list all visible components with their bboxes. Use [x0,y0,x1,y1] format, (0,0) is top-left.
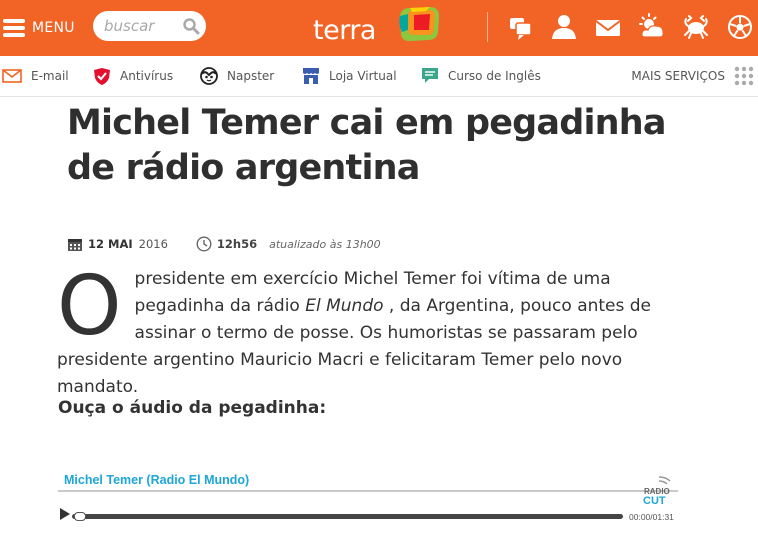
service-label: Loja Virtual [329,69,397,83]
service-label: Antivírus [120,69,174,83]
soccer-icon[interactable] [727,13,753,41]
radio-name: El Mundo [305,296,384,316]
envelope-icon [2,69,22,83]
calendar-icon [68,238,82,251]
audio-subheading: Ouça o áudio da pegadinha: [58,398,327,418]
speech-icon [422,68,438,83]
player-divider [58,490,678,492]
store-icon [303,68,319,84]
player-title[interactable]: Michel Temer (Radio El Mundo) [64,473,249,487]
service-napster[interactable]: Napster [200,66,274,86]
radiocut-logo[interactable]: RADIO CUT [640,473,678,507]
progress-track[interactable] [72,512,623,521]
publish-time: 12h56 [216,237,258,251]
article-title: Michel Temer cai em pegadinha de rádio a… [67,103,667,188]
hamburger-icon [3,19,25,37]
clock-icon [196,236,212,252]
service-label: Napster [227,69,275,83]
logo-mark-icon [399,7,439,42]
more-services-button[interactable]: MAIS SERVIÇOS [631,66,754,86]
user-icon[interactable] [551,13,577,41]
weather-icon[interactable] [639,13,665,41]
header-divider [487,12,488,42]
date-day: 12 MAI [88,237,133,251]
article-paragraph: Opresidente em exercício Michel Temer fo… [57,266,657,401]
menu-label: MENU [32,20,75,36]
service-label: Curso de Inglês [448,69,541,83]
article-meta: 12 MAI 2016 12h56 atualizado às 13h00 [67,234,381,254]
horoscope-icon[interactable] [683,13,709,41]
service-english-course[interactable]: Curso de Inglês [421,66,541,86]
napster-icon [200,67,218,85]
top-bar: MENU terra [0,0,758,56]
grid-icon [734,66,754,86]
audio-player: Michel Temer (Radio El Mundo) RADIO CUT … [58,470,678,530]
updated-time: atualizado às 13h00 [269,237,381,251]
search-box[interactable] [93,11,206,41]
service-email[interactable]: E-mail [2,66,69,86]
drop-cap: O [57,259,122,354]
radiocut-bottom-text: CUT [643,495,666,507]
mail-icon[interactable] [595,13,621,41]
more-services-label: MAIS SERVIÇOS [631,69,725,83]
logo-text: terra [313,15,376,46]
chat-icon[interactable] [508,13,534,41]
search-input[interactable] [104,17,176,35]
service-label: E-mail [31,69,69,83]
menu-button[interactable]: MENU [2,14,75,42]
service-store[interactable]: Loja Virtual [302,66,397,86]
player-time: 00:00/01:31 [629,512,674,522]
services-bar: E-mail Antivírus Napster Loja Virtual Cu… [0,56,758,97]
service-antivirus[interactable]: Antivírus [93,66,173,86]
progress-handle[interactable] [74,512,86,521]
terra-logo[interactable]: terra [312,6,444,48]
play-icon[interactable] [59,507,71,521]
shield-icon [94,67,110,85]
date-year: 2016 [138,237,168,251]
search-icon[interactable] [182,17,200,35]
